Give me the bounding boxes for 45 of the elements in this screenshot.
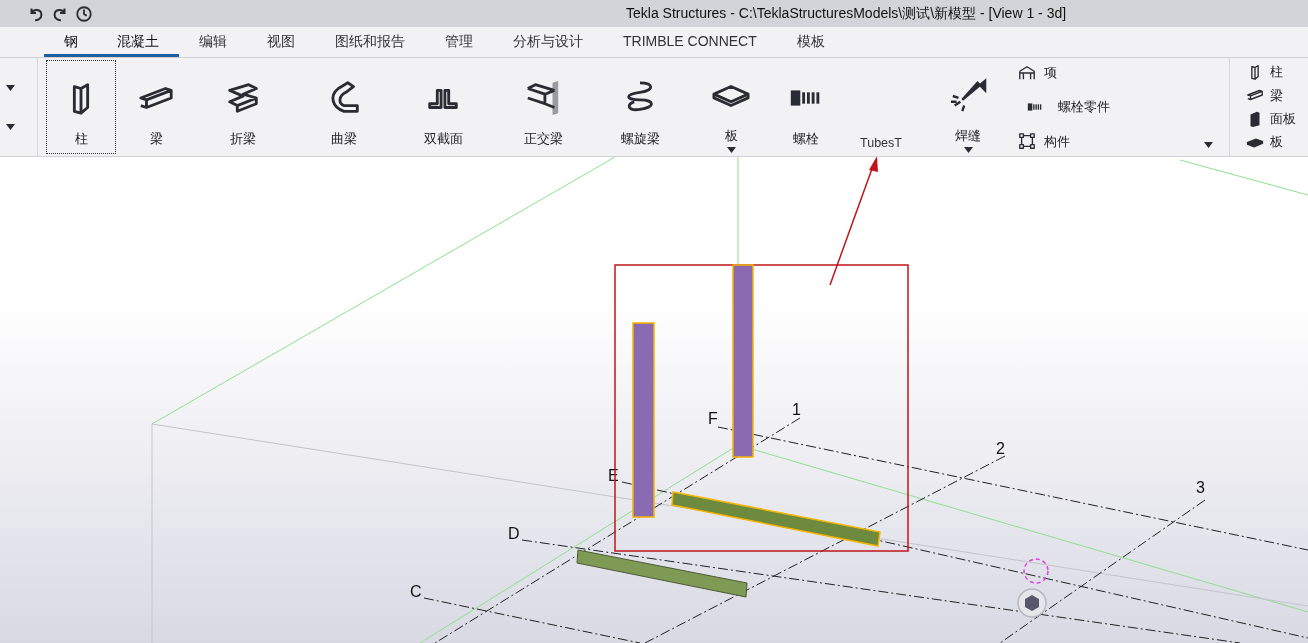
grid-label: D (508, 525, 520, 542)
ribbon-tab[interactable]: TRIMBLE CONNECT (603, 28, 777, 57)
grid-label: 1 (792, 401, 801, 418)
history-icon[interactable] (75, 4, 93, 23)
ribbon-tool-button[interactable]: 焊缝 (930, 60, 1006, 154)
caret-icon (963, 147, 973, 153)
ribbon-small-button[interactable]: 螺栓零件 (1018, 97, 1213, 117)
ribbon-tool-button[interactable]: 正交梁 (488, 60, 598, 154)
ribbon-small-button[interactable]: 梁 (1246, 85, 1296, 106)
rotation-center-icon (1023, 558, 1049, 584)
dropdown-button[interactable] (5, 122, 16, 131)
ribbon-tool-button[interactable]: 螺栓 (780, 60, 832, 154)
caret-icon (6, 84, 15, 91)
ribbon-tab[interactable]: 图纸和报告 (315, 28, 425, 57)
caret-icon (1204, 142, 1213, 148)
ribbon-tab[interactable]: 视图 (247, 28, 315, 57)
caret-icon (726, 147, 736, 153)
dropdown-button[interactable] (5, 83, 16, 92)
more-button[interactable] (1204, 142, 1213, 148)
ribbon-small-button[interactable]: 柱 (1246, 62, 1296, 82)
grid-label: F (708, 410, 718, 427)
window-title: Tekla Structures - C:\TeklaStructuresModels\测试\新模型 - [View 1 - 3d] (626, 4, 1067, 23)
ribbon-small-button[interactable]: 面板 (1246, 108, 1296, 129)
ribbon-tool-button[interactable]: 双截面 (398, 60, 488, 154)
ribbon-tool-button[interactable]: TubesT (832, 60, 930, 154)
view-cube-button[interactable] (1017, 588, 1047, 618)
ribbon-small-button[interactable]: 构件 (1018, 131, 1213, 151)
ribbon-tab[interactable]: 编辑 (179, 28, 247, 57)
ribbon-tool-button[interactable]: 柱 (46, 60, 116, 154)
ribbon-tab[interactable]: 分析与设计 (493, 28, 603, 57)
grid-label: 3 (1196, 479, 1205, 496)
ribbon-small-button[interactable]: 项 (1018, 63, 1213, 83)
portal-frame-icon (1018, 63, 1036, 82)
caret-icon (6, 123, 15, 130)
ribbon-small-button[interactable]: 板 (1246, 132, 1296, 152)
grid-label: C (410, 583, 422, 600)
grid-label: 2 (996, 440, 1005, 457)
ribbon-tool-button[interactable]: 板 (682, 60, 780, 154)
ribbon-tab[interactable]: 模板 (776, 28, 845, 57)
ribbon-tool-button[interactable]: 梁 (116, 60, 196, 154)
ribbon-tab[interactable]: 管理 (425, 28, 493, 57)
ribbon-tool-button[interactable]: 螺旋梁 (598, 60, 682, 154)
ribbon-tool-button[interactable]: 折梁 (196, 60, 290, 154)
component-icon (1018, 132, 1036, 151)
ribbon-tool-button[interactable]: 曲梁 (290, 60, 398, 154)
